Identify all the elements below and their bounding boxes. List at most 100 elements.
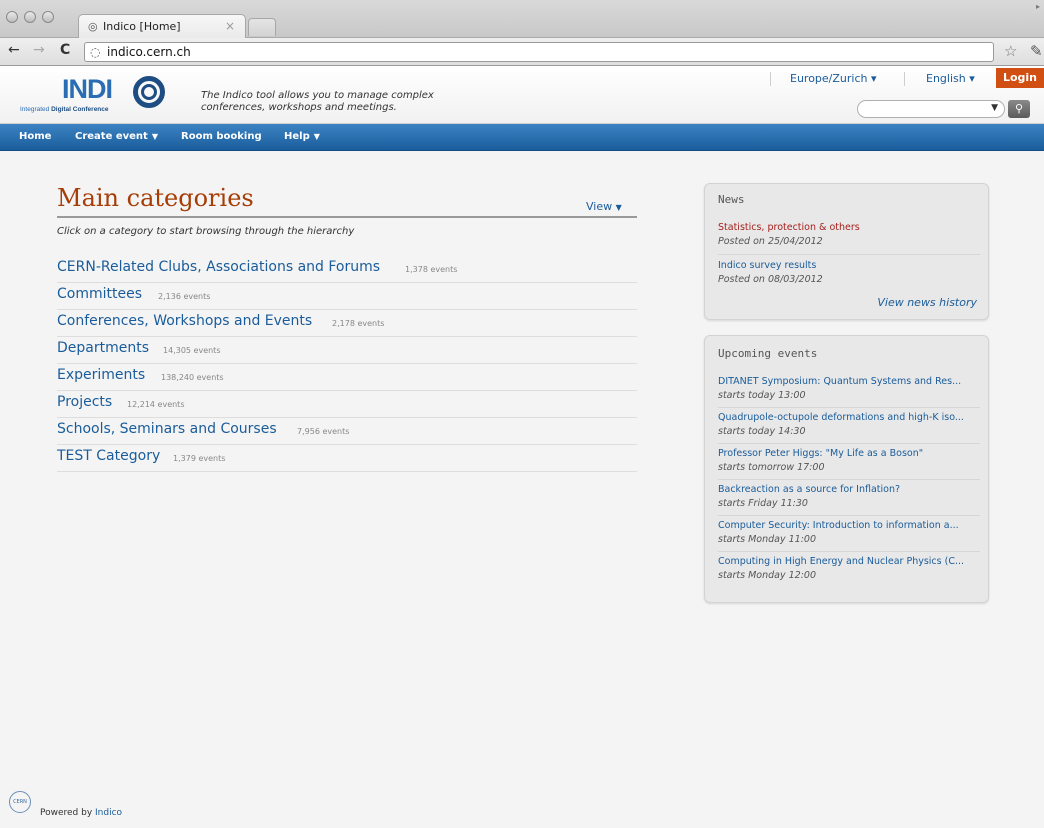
category-count: 7,956 events — [297, 427, 350, 436]
category-count: 2,136 events — [158, 292, 211, 301]
news-separator — [718, 254, 980, 255]
category-row[interactable]: Conferences, Workshops and Events 2,178 … — [57, 310, 637, 337]
forward-icon[interactable]: → — [33, 42, 45, 58]
category-row[interactable]: Committees 2,136 events — [57, 283, 637, 310]
page-title: Main categories — [57, 184, 254, 212]
event-time: starts Monday 11:00 — [718, 534, 816, 545]
search-icon: ⚲ — [1014, 102, 1024, 115]
event-link[interactable]: Computing in High Energy and Nuclear Phy… — [718, 556, 983, 567]
event-link[interactable]: Computer Security: Introduction to infor… — [718, 520, 983, 531]
new-tab-button[interactable] — [248, 18, 276, 36]
site-tagline: The Indico tool allows you to manage com… — [201, 90, 434, 113]
chevron-down-icon[interactable]: ▼ — [991, 103, 998, 113]
browser-toolbar: ← → C ◌ indico.cern.ch ☆ ✎ — [0, 38, 1044, 66]
site-header: INDI Integrated Digital Conference The I… — [0, 66, 1044, 124]
nav-help[interactable]: Help ▼ — [284, 131, 320, 142]
settings-bar: Europe/Zurich ▾ English ▾ — [770, 68, 994, 88]
nav-home[interactable]: Home — [19, 131, 51, 142]
timezone-selector[interactable]: Europe/Zurich ▾ — [790, 72, 877, 85]
nav-room-booking[interactable]: Room booking — [181, 131, 262, 142]
title-divider — [57, 216, 637, 218]
event-separator — [718, 443, 980, 444]
address-bar[interactable]: ◌ indico.cern.ch — [84, 42, 994, 62]
cern-logo: CERN — [9, 791, 31, 813]
category-count: 2,178 events — [332, 319, 385, 328]
separator — [904, 72, 905, 86]
event-time: starts Monday 12:00 — [718, 570, 816, 581]
category-link[interactable]: Schools, Seminars and Courses — [57, 421, 277, 437]
category-link[interactable]: Departments — [57, 340, 149, 356]
chevron-down-icon: ▼ — [151, 132, 158, 141]
event-separator — [718, 479, 980, 480]
reload-icon[interactable]: C — [60, 42, 70, 58]
category-count: 138,240 events — [161, 373, 224, 382]
news-item-link[interactable]: Indico survey results — [718, 260, 983, 271]
view-dropdown[interactable]: View ▼ — [586, 200, 622, 213]
category-link[interactable]: Conferences, Workshops and Events — [57, 313, 312, 329]
upcoming-events-title: Upcoming events — [718, 347, 818, 360]
chevron-down-icon: ▼ — [615, 203, 622, 212]
zoom-window-icon[interactable] — [42, 11, 54, 23]
chevron-down-icon: ▼ — [313, 132, 320, 141]
separator — [770, 72, 771, 86]
main-nav: Home Create event ▼ Room booking Help ▼ — [0, 124, 1044, 151]
news-box: News Statistics, protection & others Pos… — [704, 183, 989, 320]
news-item-date: Posted on 25/04/2012 — [718, 236, 823, 247]
news-item-date: Posted on 08/03/2012 — [718, 274, 823, 285]
indico-logo[interactable]: INDI — [62, 74, 113, 105]
category-link[interactable]: Experiments — [57, 367, 145, 383]
event-time: starts tomorrow 17:00 — [718, 462, 825, 473]
event-time: starts today 14:30 — [718, 426, 806, 437]
category-row[interactable]: TEST Category 1,379 events — [57, 445, 637, 472]
tab-close-icon[interactable]: × — [225, 19, 235, 33]
category-count: 1,379 events — [173, 454, 226, 463]
event-link[interactable]: Professor Peter Higgs: "My Life as a Bos… — [718, 448, 983, 459]
event-link[interactable]: Backreaction as a source for Inflation? — [718, 484, 983, 495]
event-link[interactable]: DITANET Symposium: Quantum Systems and R… — [718, 376, 983, 387]
browser-tab[interactable]: ◎ Indico [Home] × — [78, 14, 246, 38]
news-item-link[interactable]: Statistics, protection & others — [718, 222, 983, 233]
category-link[interactable]: Projects — [57, 394, 112, 410]
upcoming-events-box: Upcoming events DITANET Symposium: Quant… — [704, 335, 989, 603]
indico-favicon-icon: ◎ — [88, 20, 98, 33]
news-title: News — [718, 193, 745, 206]
login-button[interactable]: Login — [996, 68, 1044, 88]
category-link[interactable]: Committees — [57, 286, 142, 302]
event-separator — [718, 515, 980, 516]
category-link[interactable]: CERN-Related Clubs, Associations and For… — [57, 259, 380, 275]
event-time: starts Friday 11:30 — [718, 498, 808, 509]
nav-create-event[interactable]: Create event ▼ — [75, 131, 158, 142]
back-icon[interactable]: ← — [8, 42, 20, 58]
category-row[interactable]: CERN-Related Clubs, Associations and For… — [57, 256, 637, 283]
category-row[interactable]: Projects 12,214 events — [57, 391, 637, 418]
address-url: indico.cern.ch — [107, 45, 191, 59]
page-subtitle: Click on a category to start browsing th… — [57, 226, 355, 237]
minimize-window-icon[interactable] — [24, 11, 36, 23]
indico-logo-inner-ring-icon — [141, 84, 157, 100]
event-separator — [718, 551, 980, 552]
browser-tab-bar: ◎ Indico [Home] × ▸ — [0, 0, 1044, 38]
category-link[interactable]: TEST Category — [57, 448, 160, 464]
search-input[interactable]: ▼ — [857, 100, 1005, 118]
view-news-history-link[interactable]: View news history — [877, 296, 977, 309]
tab-title: Indico [Home] — [103, 20, 181, 33]
logo-subtitle: Integrated Digital Conference — [20, 106, 109, 113]
event-separator — [718, 407, 980, 408]
category-row[interactable]: Departments 14,305 events — [57, 337, 637, 364]
window-resize-icon: ▸ — [1035, 2, 1040, 11]
event-time: starts today 13:00 — [718, 390, 806, 401]
search-button[interactable]: ⚲ — [1008, 100, 1030, 118]
wrench-icon[interactable]: ✎ — [1030, 42, 1043, 60]
category-count: 1,378 events — [405, 265, 458, 274]
close-window-icon[interactable] — [6, 11, 18, 23]
category-row[interactable]: Experiments 138,240 events — [57, 364, 637, 391]
language-selector[interactable]: English ▾ — [926, 72, 975, 85]
event-link[interactable]: Quadrupole-octupole deformations and hig… — [718, 412, 983, 423]
category-count: 12,214 events — [127, 400, 185, 409]
powered-by: Powered by Indico — [40, 808, 123, 818]
indico-link[interactable]: Indico — [95, 808, 122, 818]
globe-icon: ◌ — [90, 45, 101, 59]
category-row[interactable]: Schools, Seminars and Courses 7,956 even… — [57, 418, 637, 445]
category-count: 14,305 events — [163, 346, 221, 355]
bookmark-star-icon[interactable]: ☆ — [1004, 42, 1017, 60]
